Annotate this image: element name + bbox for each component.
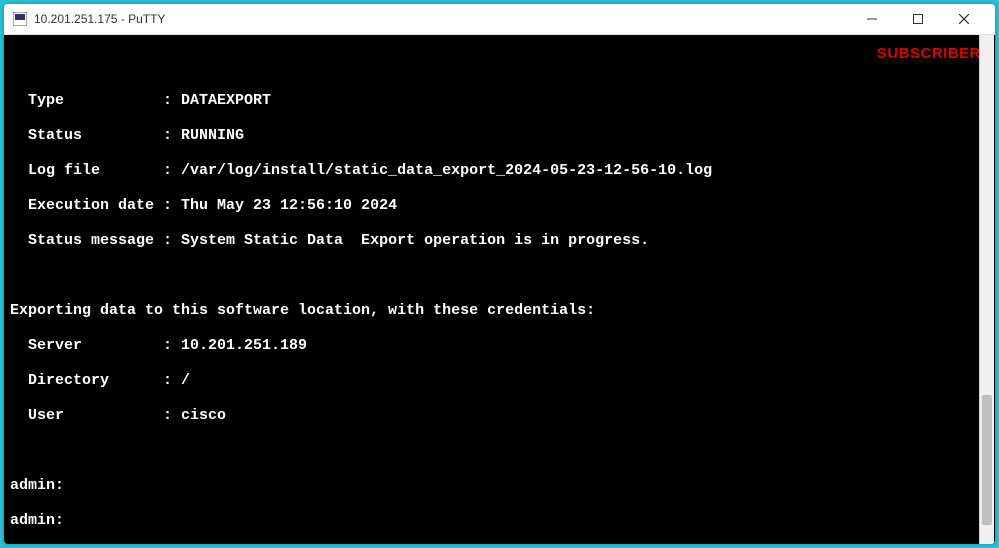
status-label: Status : xyxy=(10,127,172,144)
server-value: 10.201.251.189 xyxy=(172,337,307,354)
admin-prompt: admin: xyxy=(10,512,989,530)
scrollbar[interactable] xyxy=(979,35,994,544)
log-value: /var/log/install/static_data_export_2024… xyxy=(172,162,712,179)
close-button[interactable] xyxy=(941,4,987,34)
exec-value: Thu May 23 12:56:10 2024 xyxy=(172,197,397,214)
window-title: 10.201.251.175 - PuTTY xyxy=(34,12,849,26)
minimize-button[interactable] xyxy=(849,4,895,34)
server-label: Server : xyxy=(10,337,172,354)
putty-icon xyxy=(12,11,28,27)
dir-value: / xyxy=(172,372,190,389)
maximize-button[interactable] xyxy=(895,4,941,34)
type-value: DATAEXPORT xyxy=(172,92,271,109)
type-label: Type : xyxy=(10,92,172,109)
user-value: cisco xyxy=(172,407,226,424)
export-header: Exporting data to this software location… xyxy=(10,302,989,320)
log-label: Log file : xyxy=(10,162,172,179)
exec-label: Execution date : xyxy=(10,197,172,214)
msg-value: System Static Data Export operation is i… xyxy=(172,232,649,249)
admin-prompt: admin: xyxy=(10,477,989,495)
titlebar[interactable]: 10.201.251.175 - PuTTY xyxy=(4,4,995,35)
user-label: User : xyxy=(10,407,172,424)
dir-label: Directory : xyxy=(10,372,172,389)
terminal[interactable]: SUBSCRIBER Type : DATAEXPORT Status : RU… xyxy=(4,35,995,544)
window-controls xyxy=(849,4,987,34)
msg-label: Status message : xyxy=(10,232,172,249)
putty-window: 10.201.251.175 - PuTTY SUBSCRIBER Type :… xyxy=(4,4,995,544)
subscriber-watermark: SUBSCRIBER xyxy=(877,45,981,63)
status-value: RUNNING xyxy=(172,127,244,144)
scrollbar-thumb[interactable] xyxy=(982,395,992,525)
